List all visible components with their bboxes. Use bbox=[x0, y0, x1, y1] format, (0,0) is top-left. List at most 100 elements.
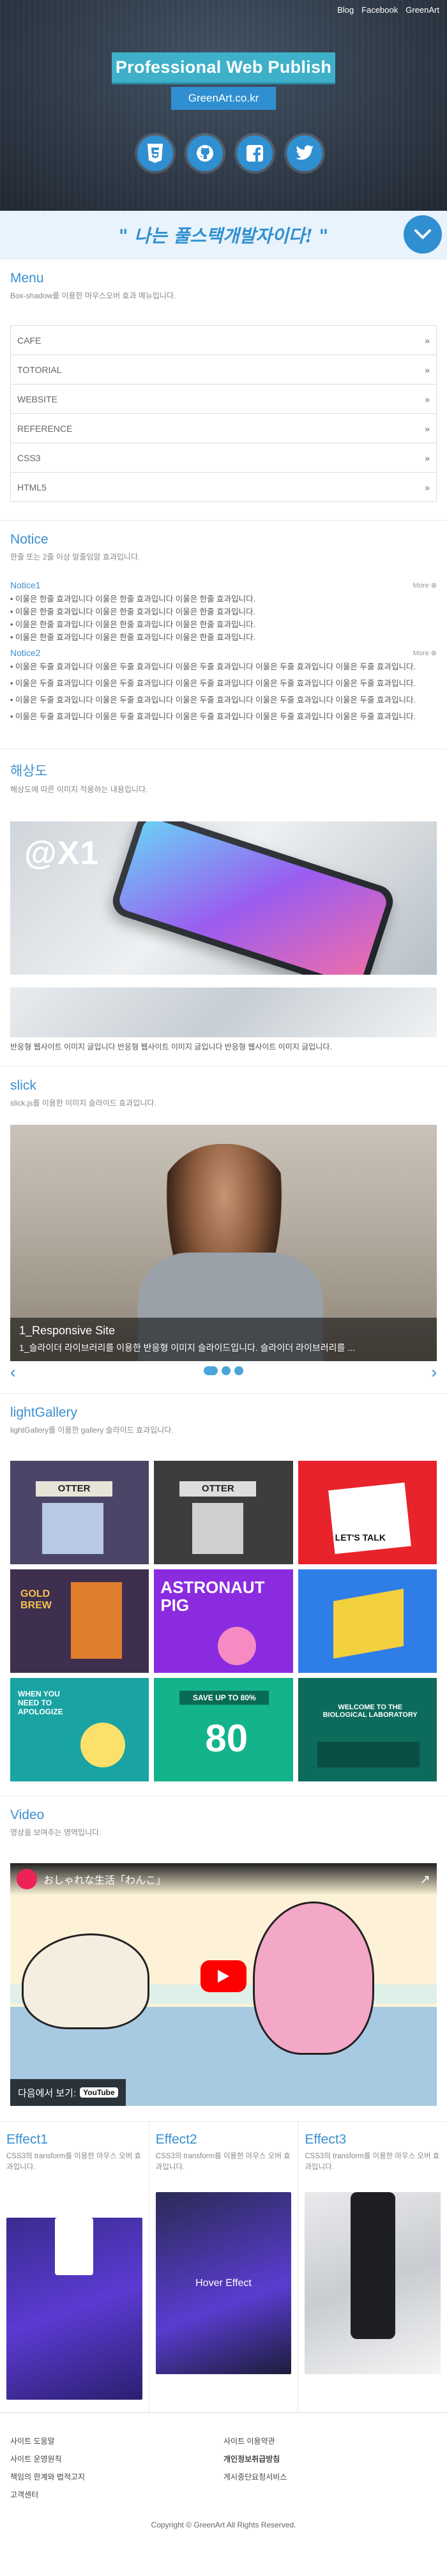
resolution-section: 해상도 해상도에 따른 이미지 적용하는 내용입니다. @X1 반응형 웹사이트… bbox=[0, 749, 447, 1066]
menu-item-html5[interactable]: HTML5» bbox=[10, 473, 437, 502]
effect2-desc: CSS3의 transform를 이용한 마우스 오버 효과입니다. bbox=[155, 2153, 291, 2171]
video-section: Video 영상을 보여주는 영역입니다. おしゃれな生活「わんこ」 ↗ 다음에… bbox=[0, 1795, 447, 2121]
double-arrow-icon: » bbox=[425, 393, 430, 404]
gallery-item[interactable]: LET'S TALK bbox=[298, 1461, 437, 1564]
gallery-item[interactable]: OTTER bbox=[154, 1461, 293, 1564]
gallery-title: lightGallery bbox=[10, 1405, 78, 1420]
notice2-block: Notice2 More ⊕ • 이울은 두줄 효과입니다 이울은 두줄 효과입니… bbox=[10, 648, 437, 723]
slick-desc: slick.js를 이용한 이미지 슬라이드 효과입니다. bbox=[10, 1099, 156, 1108]
notice1-head[interactable]: Notice1 bbox=[10, 580, 40, 590]
effect1-title: Effect1 bbox=[6, 2132, 48, 2147]
double-arrow-icon: » bbox=[425, 452, 430, 463]
scroll-down-button[interactable] bbox=[404, 215, 442, 254]
effect3-desc: CSS3의 transform를 이용한 마우스 오버 효과입니다. bbox=[305, 2153, 440, 2171]
topnav-facebook[interactable]: Facebook bbox=[361, 5, 398, 15]
list-item[interactable]: • 이울은 두줄 효과입니다 이울은 두줄 효과입니다 이울은 두줄 효과입니다… bbox=[10, 710, 437, 723]
slide-caption-text: 1_슬라이더 라이브러리를 이용한 반응형 이미지 슬라이드입니다. 슬라이더 … bbox=[19, 1343, 355, 1353]
footer-link[interactable]: 사이트 운영원칙 bbox=[10, 2450, 224, 2468]
notice1-more[interactable]: More ⊕ bbox=[413, 581, 437, 590]
effect3-title: Effect3 bbox=[305, 2132, 347, 2147]
share-icon[interactable]: ↗ bbox=[420, 1871, 430, 1887]
list-item[interactable]: • 이울은 두줄 효과입니다 이울은 두줄 효과입니다 이울은 두줄 효과입니다… bbox=[10, 660, 437, 673]
slide-image[interactable]: 1_Responsive Site 1_슬라이더 라이브러리를 이용한 반응형 … bbox=[10, 1125, 437, 1361]
double-arrow-icon: » bbox=[425, 482, 430, 492]
slick-section: slick slick.js를 이용한 이미지 슬라이드 효과입니다. 1_Re… bbox=[0, 1066, 447, 1393]
slogan-bar: " 나는 풀스택개발자이다! " bbox=[0, 211, 447, 259]
menu-item-css3[interactable]: CSS3» bbox=[10, 443, 437, 473]
slide-dot[interactable] bbox=[204, 1366, 218, 1375]
notice2-more[interactable]: More ⊕ bbox=[413, 649, 437, 657]
header: Blog Facebook GreenArt Professional Web … bbox=[0, 0, 447, 211]
gallery-section: lightGallery lightGallery를 이용한 gallery 슬… bbox=[0, 1393, 447, 1795]
footer-link[interactable]: 책임의 한계와 법적고지 bbox=[10, 2468, 224, 2486]
slide-dot[interactable] bbox=[222, 1366, 231, 1375]
site-title: Professional Web Publish bbox=[112, 52, 335, 84]
menu-item-cafe[interactable]: CAFE» bbox=[10, 326, 437, 355]
resolution-badge: @X1 bbox=[24, 835, 100, 872]
github-icon[interactable] bbox=[187, 135, 223, 171]
html5-icon[interactable] bbox=[137, 135, 173, 171]
resolution-caption: 반응형 웹사이트 이미지 글입니다 반응형 웹사이트 이미지 글입니다 반응형 … bbox=[10, 1042, 332, 1051]
dog-character bbox=[22, 1933, 149, 2029]
resolution-image: @X1 bbox=[10, 821, 437, 975]
gallery-item[interactable]: GOLD BREW bbox=[10, 1569, 149, 1673]
footer: 사이트 도움말 사이트 운영원칙 책임의 한계와 법적고지 고객센터 사이트 이… bbox=[0, 2412, 447, 2529]
footer-link[interactable]: 개인정보취급방침 bbox=[224, 2450, 437, 2468]
pink-character bbox=[253, 1902, 374, 2055]
effect3-image[interactable] bbox=[305, 2192, 441, 2374]
double-arrow-icon: » bbox=[425, 423, 430, 434]
menu-item-totorial[interactable]: TOTORIAL» bbox=[10, 355, 437, 385]
youtube-logo-icon: YouTube bbox=[80, 2087, 118, 2098]
list-item[interactable]: • 이울은 한줄 효과입니다 이울은 한줄 효과입니다 이울은 한줄 효과입니다… bbox=[10, 593, 437, 606]
phone-image bbox=[109, 821, 397, 975]
facebook-icon[interactable] bbox=[237, 135, 273, 171]
twitter-icon[interactable] bbox=[287, 135, 322, 171]
site-subtitle[interactable]: GreenArt.co.kr bbox=[171, 87, 276, 110]
slide-caption: 1_Responsive Site 1_슬라이더 라이브러리를 이용한 반응형 … bbox=[10, 1318, 437, 1361]
menu-item-website[interactable]: WEBSITE» bbox=[10, 385, 437, 414]
gallery-grid: OTTER OTTER LET'S TALK GOLD BREW ASTRONA… bbox=[10, 1461, 437, 1781]
channel-avatar[interactable] bbox=[17, 1869, 37, 1889]
effect2-image[interactable]: Hover Effect bbox=[155, 2192, 292, 2374]
gallery-item[interactable]: WHEN YOU NEED TO APOLOGIZE bbox=[10, 1678, 149, 1781]
effect2-card: Effect2 CSS3의 transform를 이용한 마우스 오버 효과입니… bbox=[149, 2122, 299, 2412]
menu-list: CAFE» TOTORIAL» WEBSITE» REFERENCE» CSS3… bbox=[10, 325, 437, 502]
footer-link[interactable]: 고객센터 bbox=[10, 2486, 224, 2504]
menu-desc: Box-shadow를 이용한 마우스오버 효과 메뉴입니다. bbox=[10, 291, 176, 300]
video-player[interactable]: おしゃれな生活「わんこ」 ↗ 다음에서 보기: YouTube bbox=[10, 1863, 437, 2106]
list-item[interactable]: • 이울은 두줄 효과입니다 이울은 두줄 효과입니다 이울은 두줄 효과입니다… bbox=[10, 677, 437, 690]
list-item[interactable]: • 이울은 한줄 효과입니다 이울은 한줄 효과입니다 이울은 한줄 효과입니다… bbox=[10, 631, 437, 644]
gallery-item[interactable]: ASTRONAUT PIG bbox=[154, 1569, 293, 1673]
menu-section: Menu Box-shadow를 이용한 마우스오버 효과 메뉴입니다. CAF… bbox=[0, 259, 447, 520]
topnav-greenart[interactable]: GreenArt bbox=[405, 5, 439, 15]
gallery-item[interactable]: OTTER bbox=[10, 1461, 149, 1564]
slide-dot[interactable] bbox=[234, 1366, 243, 1375]
slick-title: slick bbox=[10, 1078, 36, 1093]
footer-link[interactable]: 사이트 도움말 bbox=[10, 2432, 224, 2450]
next-arrow-icon[interactable]: › bbox=[431, 1362, 437, 1382]
gallery-item[interactable]: WELCOME TO THE BIOLOGICAL LABORATORY bbox=[298, 1678, 437, 1781]
list-item[interactable]: • 이울은 한줄 효과입니다 이울은 한줄 효과입니다 이울은 한줄 효과입니다… bbox=[10, 606, 437, 618]
gallery-item[interactable]: SAVE UP TO 80% 80 bbox=[154, 1678, 293, 1781]
prev-arrow-icon[interactable]: ‹ bbox=[10, 1362, 16, 1382]
resolution-desc: 해상도에 따른 이미지 적용하는 내용입니다. bbox=[10, 785, 148, 794]
effect3-card: Effect3 CSS3의 transform를 이용한 마우스 오버 효과입니… bbox=[298, 2122, 447, 2412]
topnav-blog[interactable]: Blog bbox=[337, 5, 354, 15]
copyright: Copyright © GreenArt All Rights Reserved… bbox=[151, 2520, 296, 2529]
footer-link[interactable]: 게시중단요청서비스 bbox=[224, 2468, 437, 2486]
list-item[interactable]: • 이울은 한줄 효과입니다 이울은 한줄 효과입니다 이울은 한줄 효과입니다… bbox=[10, 618, 437, 631]
slide-caption-title: 1_Responsive Site bbox=[19, 1324, 116, 1337]
video-title: Video bbox=[10, 1808, 45, 1822]
notice-section: Notice 한줄 또는 2줄 이상 말줄임말 효과입니다. Notice1 Mo… bbox=[0, 520, 447, 749]
list-item[interactable]: • 이울은 두줄 효과입니다 이울은 두줄 효과입니다 이울은 두줄 효과입니다… bbox=[10, 694, 437, 706]
notice-title: Notice bbox=[10, 532, 49, 547]
play-button[interactable] bbox=[201, 1960, 246, 1992]
chevron-down-icon bbox=[414, 229, 431, 240]
video-title-text: おしゃれな生活「わんこ」 bbox=[43, 1875, 167, 1886]
footer-link[interactable]: 사이트 이용약관 bbox=[224, 2432, 437, 2450]
watch-on-youtube[interactable]: 다음에서 보기: YouTube bbox=[10, 2079, 126, 2106]
menu-item-reference[interactable]: REFERENCE» bbox=[10, 414, 437, 443]
gallery-item[interactable] bbox=[298, 1569, 437, 1673]
effect1-image[interactable] bbox=[6, 2218, 142, 2400]
notice2-head[interactable]: Notice2 bbox=[10, 648, 40, 658]
